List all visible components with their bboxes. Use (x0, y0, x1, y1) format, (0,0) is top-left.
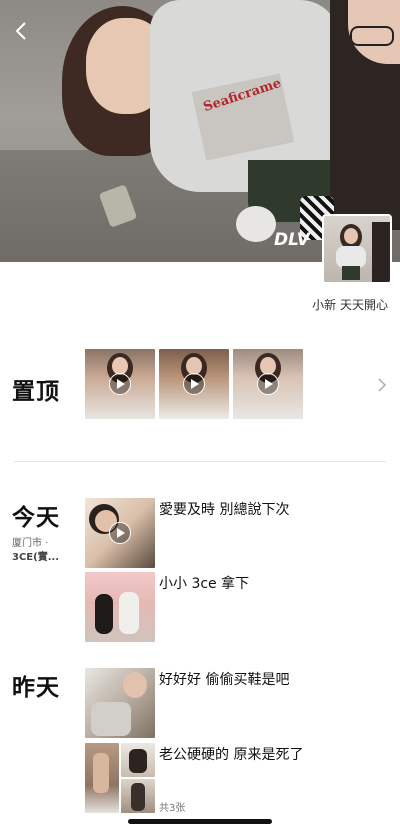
post-text[interactable]: 愛要及時 別總說下次 (159, 499, 289, 519)
location-line: 厦门市 · (12, 538, 49, 549)
thumbnail-figure (131, 783, 145, 811)
avatar-figure-skirt (342, 266, 360, 280)
cover-watermark: DLV (274, 230, 310, 250)
thumbnail-figure (93, 753, 109, 793)
chevron-left-icon (15, 22, 26, 40)
post-photo-thumbnail[interactable] (85, 668, 155, 738)
post-photo-thumbnail[interactable] (121, 743, 155, 777)
play-icon (257, 373, 279, 395)
avatar-figure-body (336, 246, 366, 268)
location-line: 3CE(實... (12, 552, 60, 563)
post-photo-thumbnail[interactable] (85, 743, 119, 813)
thumbnail-figure (119, 592, 139, 634)
play-icon (109, 522, 131, 544)
home-indicator (128, 819, 272, 824)
post-text[interactable]: 好好好 偷偷买鞋是吧 (159, 669, 289, 689)
post-text[interactable]: 小小 3ce 拿下 (159, 573, 249, 593)
nickname: 小新 天天開心 (312, 298, 388, 312)
photo-count: 共3张 (159, 803, 186, 814)
pinned-video-thumbnail[interactable] (85, 349, 155, 419)
post-photo-thumbnail[interactable] (85, 572, 155, 642)
pinned-video-thumbnail[interactable] (233, 349, 303, 419)
post-photo-thumbnail[interactable] (121, 779, 155, 813)
section-title-pinned: 置顶 (12, 379, 60, 405)
thumbnail-figure (129, 749, 147, 773)
section-title-today: 今天 (12, 505, 60, 531)
section-title-yesterday: 昨天 (12, 675, 60, 701)
thumbnail-figure-body (91, 702, 131, 736)
divider (14, 461, 386, 462)
play-icon (109, 373, 131, 395)
pinned-video-thumbnail[interactable] (159, 349, 229, 419)
thumbnail-figure-face (123, 672, 147, 698)
post-video-thumbnail[interactable] (85, 498, 155, 568)
back-button[interactable] (8, 18, 34, 44)
glasses-icon (350, 26, 394, 46)
play-icon (183, 373, 205, 395)
post-text[interactable]: 老公硬硬的 原来是死了 (159, 744, 303, 764)
avatar[interactable] (322, 214, 392, 284)
avatar-figure-second (372, 222, 390, 282)
thumbnail-figure (95, 594, 113, 634)
avatar-figure-face (344, 228, 358, 244)
cover-plush (236, 206, 276, 242)
chevron-right-icon[interactable] (376, 376, 390, 394)
